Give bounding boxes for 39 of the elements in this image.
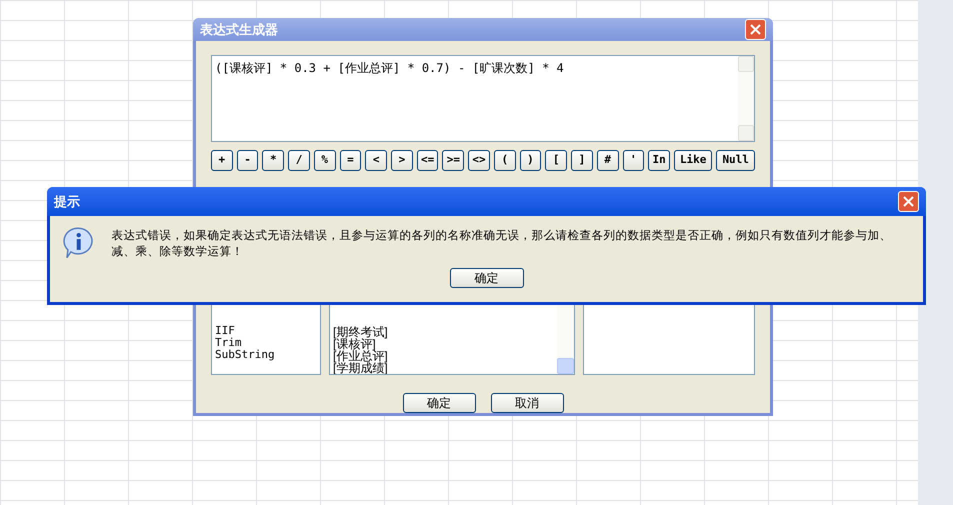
operator-button[interactable]: > (391, 150, 413, 171)
list-item[interactable]: SubString (215, 349, 317, 361)
info-icon (63, 226, 94, 260)
expression-field[interactable]: ([课核评] * 0.3 + [作业总评] * 0.7) - [旷课次数] * 4 (211, 55, 755, 142)
operator-button[interactable]: Like (674, 150, 712, 171)
window-title: 提示 (54, 192, 80, 211)
close-button[interactable] (898, 191, 919, 212)
dialog-button[interactable]: 确定 (402, 393, 476, 413)
operator-button[interactable]: ] (571, 150, 593, 171)
message-text: 表达式错误，如果确定表达式无语法错误，且参与运算的各列的名称准确无误，那么请检查各列的数据类型是否正确，例如只有数值列才能参与加、减、乘、除等数学运算！ (111, 228, 892, 260)
operator-button[interactable]: ) (520, 150, 542, 171)
dialog-button[interactable]: 确定 (450, 268, 524, 288)
operator-button[interactable]: >= (442, 150, 464, 171)
operator-button[interactable]: [ (545, 150, 568, 171)
scrollbar[interactable] (738, 56, 754, 141)
operator-button[interactable]: ' (622, 150, 644, 171)
operator-button[interactable]: In (648, 150, 670, 171)
window-title: 表达式生成器 (200, 20, 278, 39)
operator-button[interactable]: <> (468, 150, 490, 171)
list-item[interactable]: Trim (215, 337, 317, 349)
list-item[interactable]: [课核评] (333, 338, 554, 350)
close-icon (750, 24, 761, 35)
list-item[interactable]: [作业总评] (333, 350, 554, 362)
operator-button[interactable]: % (314, 150, 336, 171)
operator-button[interactable]: = (340, 150, 362, 171)
operator-button[interactable]: - (236, 150, 258, 171)
operator-button[interactable]: ( (494, 150, 516, 171)
dialog-button[interactable]: 取消 (490, 393, 564, 413)
list-item[interactable]: IIF (215, 325, 317, 337)
close-button[interactable] (745, 19, 766, 40)
operator-button[interactable]: / (288, 150, 310, 171)
operator-button[interactable]: # (596, 150, 618, 171)
operator-button[interactable]: < (365, 150, 388, 171)
list-item[interactable]: [期终考试] (333, 326, 554, 338)
operator-button[interactable]: * (262, 150, 284, 171)
close-icon (903, 196, 914, 207)
operator-button[interactable]: <= (416, 150, 438, 171)
operator-button[interactable]: Null (716, 150, 755, 171)
operator-button[interactable]: + (211, 150, 233, 171)
